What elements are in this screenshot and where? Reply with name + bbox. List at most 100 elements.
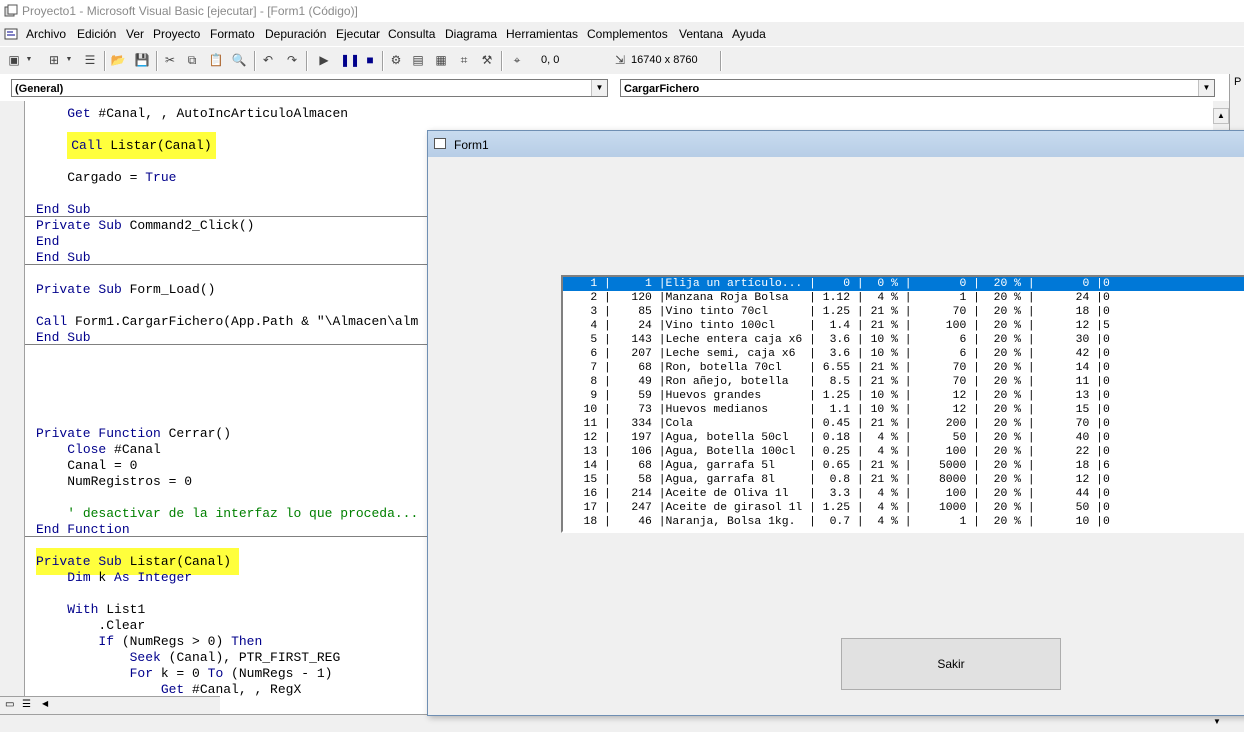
code-margin[interactable]	[0, 101, 25, 696]
chevron-down-icon[interactable]: ▼	[1213, 717, 1221, 726]
code-line: Call Listar(Canal)	[36, 132, 216, 159]
code-line: Private Sub Command2_Click()	[36, 218, 255, 233]
add-form-icon[interactable]: ⊞	[46, 52, 62, 68]
menu-formato[interactable]: Formato	[210, 27, 255, 41]
title-bar: Proyecto1 - Microsoft Visual Basic [ejec…	[0, 0, 1244, 22]
list-item[interactable]: 12 | 197 |Agua, botella 50cl | 0.18 | 4 …	[563, 431, 1244, 445]
object-combo-value: (General)	[15, 83, 64, 95]
form1-title: Form1	[454, 138, 489, 152]
position-readout: 0, 0	[541, 54, 560, 66]
menu-proyecto[interactable]: Proyecto	[153, 27, 200, 41]
procedure-separator	[25, 344, 429, 345]
list-item[interactable]: 18 | 46 |Naranja, Bolsa 1kg. | 0.7 | 4 %…	[563, 515, 1244, 529]
code-line: Get #Canal, , AutoIncArticuloAlmacen	[67, 106, 349, 121]
scroll-left-icon[interactable]: ◀	[42, 699, 48, 708]
find-icon[interactable]: 🔍	[231, 52, 247, 68]
chevron-down-icon[interactable]: ▼	[1198, 80, 1214, 96]
list-item[interactable]: 15 | 58 |Agua, garrafa 8l | 0.8 | 21 % |…	[563, 473, 1244, 487]
project-explorer-icon[interactable]: ⚙	[388, 52, 404, 68]
cut-icon[interactable]: ✂	[162, 52, 178, 68]
list-item[interactable]: 1 | 1 |Elija un artículo... | 0 | 0 % | …	[563, 277, 1244, 291]
copy-icon[interactable]: ⧉	[184, 52, 200, 68]
form-icon	[434, 138, 446, 149]
window-title: Proyecto1 - Microsoft Visual Basic [ejec…	[22, 4, 358, 18]
list-item[interactable]: 14 | 68 |Agua, garrafa 5l | 0.65 | 21 % …	[563, 459, 1244, 473]
menu-ver[interactable]: Ver	[126, 27, 144, 41]
list-item[interactable]: 11 | 334 |Cola | 0.45 | 21 % | 200 | 20 …	[563, 417, 1244, 431]
list-item[interactable]: 13 | 106 |Agua, Botella 100cl | 0.25 | 4…	[563, 445, 1244, 459]
full-module-view-icon[interactable]: ☰	[22, 699, 31, 710]
menu-ayuda[interactable]: Ayuda	[732, 27, 766, 41]
object-browser-icon[interactable]: ⌗	[456, 52, 472, 68]
break-icon[interactable]: ❚❚	[340, 52, 360, 68]
list-item[interactable]: 9 | 59 |Huevos grandes | 1.25 | 10 % | 1…	[563, 389, 1244, 403]
object-combo[interactable]: (General) ▼	[11, 79, 608, 97]
code-horizontal-scrollbar[interactable]: ▭ ☰ ◀	[0, 696, 220, 714]
toolbar-separator	[254, 51, 256, 71]
list-item[interactable]: 16 | 214 |Aceite de Oliva 1l | 3.3 | 4 %…	[563, 487, 1244, 501]
form1-title-bar[interactable]: Form1	[428, 131, 1244, 157]
procedure-combo-value: CargarFichero	[624, 83, 700, 95]
toolbox-icon[interactable]: ⚒	[479, 52, 495, 68]
code-line: Get #Canal, , RegX	[160, 682, 302, 696]
paste-icon[interactable]: 📋	[208, 52, 224, 68]
list-item[interactable]: 3 | 85 |Vino tinto 70cl | 1.25 | 21 % | …	[563, 305, 1244, 319]
menu-ventana[interactable]: Ventana	[679, 27, 723, 41]
code-line: Seek (Canal), PTR_FIRST_REG	[129, 650, 341, 665]
procedure-separator	[25, 264, 429, 265]
immediate-window-header: ▼	[0, 714, 1244, 732]
list-item[interactable]: 5 | 143 |Leche entera caja x6 | 3.6 | 10…	[563, 333, 1244, 347]
procedure-view-icon[interactable]: ▭	[5, 699, 14, 710]
menu-herramientas[interactable]: Herramientas	[506, 27, 578, 41]
code-line: With List1	[67, 602, 146, 617]
code-window-icon[interactable]	[4, 27, 18, 41]
menu-ejecutar[interactable]: Ejecutar	[336, 27, 380, 41]
menu-archivo[interactable]: Archivo	[26, 27, 66, 41]
toolbar-separator	[306, 51, 308, 71]
toolbar-separator	[156, 51, 158, 71]
scroll-up-icon[interactable]: ▲	[1213, 108, 1229, 124]
list-item[interactable]: 4 | 24 |Vino tinto 100cl | 1.4 | 21 % | …	[563, 319, 1244, 333]
salir-button[interactable]: Sakir	[841, 638, 1061, 690]
code-line: ' desactivar de la interfaz lo que proce…	[67, 506, 419, 521]
code-line: NumRegistros = 0	[36, 474, 193, 489]
save-project-icon[interactable]: 💾	[134, 52, 150, 68]
toolbar-separator	[501, 51, 503, 71]
dropdown-arrow-icon[interactable]: ▼	[64, 52, 74, 68]
menu-editor-icon[interactable]: ☰	[82, 52, 98, 68]
position-icon: ⌖	[513, 53, 521, 67]
list-item[interactable]: 10 | 73 |Huevos medianos | 1.1 | 10 % | …	[563, 403, 1244, 417]
list-item[interactable]: 6 | 207 |Leche semi, caja x6 | 3.6 | 10 …	[563, 347, 1244, 361]
form1-window: Form1 1 | 1 |Elija un artículo... | 0 | …	[427, 130, 1244, 716]
vb-app-icon	[4, 4, 18, 17]
undo-icon[interactable]: ↶	[260, 52, 276, 68]
form-layout-icon[interactable]: ▦	[433, 52, 449, 68]
add-project-icon[interactable]: ▣	[6, 52, 22, 68]
code-line: Canal = 0	[36, 458, 138, 473]
menu-complementos[interactable]: Complementos	[587, 27, 668, 41]
code-line: Private Sub Listar(Canal)	[36, 548, 240, 575]
menu-consulta[interactable]: Consulta	[388, 27, 435, 41]
code-line: Cargado = True	[36, 170, 177, 185]
procedure-combo[interactable]: CargarFichero ▼	[620, 79, 1215, 97]
list-item[interactable]: 2 | 120 |Manzana Roja Bolsa | 1.12 | 4 %…	[563, 291, 1244, 305]
end-icon[interactable]: ■	[362, 52, 378, 68]
open-project-icon[interactable]: 📂	[110, 52, 126, 68]
list-item[interactable]: 17 | 247 |Aceite de girasol 1l | 1.25 | …	[563, 501, 1244, 515]
list-item[interactable]: 8 | 49 |Ron añejo, botella | 8.5 | 21 % …	[563, 375, 1244, 389]
toolbar-separator	[720, 51, 722, 71]
menu-depuracion[interactable]: Depuración	[265, 27, 326, 41]
size-icon: ⇲	[614, 53, 626, 67]
standard-toolbar: ▣ ▼ ⊞ ▼ ☰ 📂 💾 ✂ ⧉ 📋 🔍 ↶ ↷ ▶ ❚❚ ■ ⚙ ▤ ▦ ⌗…	[0, 46, 1244, 76]
properties-window-icon[interactable]: ▤	[410, 52, 426, 68]
start-icon[interactable]: ▶	[316, 52, 332, 68]
menu-diagrama[interactable]: Diagrama	[445, 27, 497, 41]
articles-list[interactable]: 1 | 1 |Elija un artículo... | 0 | 0 % | …	[561, 275, 1244, 533]
chevron-down-icon[interactable]: ▼	[591, 80, 607, 96]
code-line: .Clear	[36, 618, 146, 633]
code-line: Private Function Cerrar()	[36, 426, 232, 441]
dropdown-arrow-icon[interactable]: ▼	[24, 52, 34, 68]
list-item[interactable]: 7 | 68 |Ron, botella 70cl | 6.55 | 21 % …	[563, 361, 1244, 375]
menu-edicion[interactable]: Edición	[77, 27, 116, 41]
redo-icon[interactable]: ↷	[284, 52, 300, 68]
